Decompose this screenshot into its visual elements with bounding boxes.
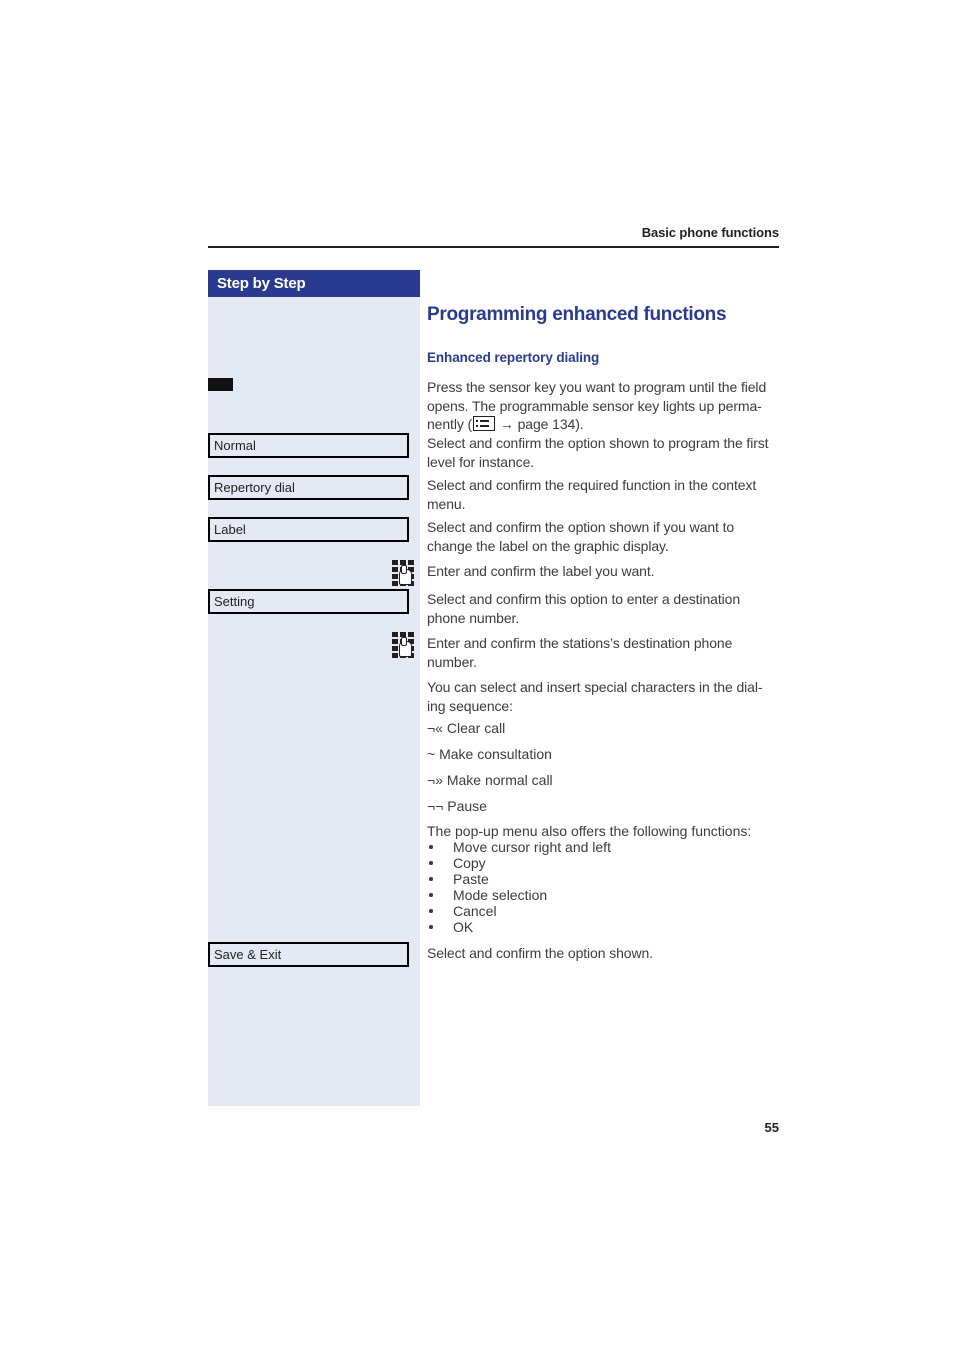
list-item-label: Copy: [453, 855, 486, 871]
bullet-icon: [429, 925, 433, 929]
list-item-label: Move cursor right and left: [453, 839, 611, 855]
list-item: Cancel: [427, 903, 779, 919]
header-rule: [208, 246, 779, 248]
special-char-make-normal-call: ¬» Make normal call: [427, 772, 553, 788]
list-item: Paste: [427, 871, 779, 887]
list-item-label: OK: [453, 919, 474, 935]
arrow-right-icon: →: [499, 416, 514, 432]
popup-functions-intro: The pop-up menu also offers the followin…: [427, 823, 752, 839]
paragraph-enter-number: Enter and confirm the stations’s destina…: [427, 635, 733, 670]
page-number: 55: [764, 1120, 779, 1135]
menu-option-save-exit-label: Save & Exit: [208, 942, 409, 967]
running-header-text: Basic phone functions: [641, 225, 779, 240]
menu-option-label-label: Label: [208, 517, 409, 542]
menu-option-save-exit[interactable]: Save & Exit: [208, 942, 409, 967]
popup-functions-block: The pop-up menu also offers the followin…: [427, 823, 779, 935]
bullet-icon: [429, 877, 433, 881]
menu-option-label[interactable]: Label: [208, 517, 409, 542]
list-item: Mode selection: [427, 887, 779, 903]
paragraph-normal: Select and confirm the option shown to p…: [427, 435, 769, 470]
special-char-clear-call: ¬« Clear call: [427, 720, 506, 736]
keypad-icon[interactable]: [392, 560, 415, 586]
paragraph-sensor-key-text-a: Press the sensor key you want to program…: [427, 379, 767, 414]
list-item-label: Paste: [453, 871, 489, 887]
list-item: Move cursor right and left: [427, 839, 779, 855]
sensor-key-icon[interactable]: [208, 378, 233, 391]
menu-option-normal[interactable]: Normal: [208, 433, 409, 458]
keypad-entry-icon: [392, 560, 415, 586]
hand-pointer-icon-2: [399, 637, 412, 657]
step-by-step-title: Step by Step: [217, 275, 306, 292]
menu-option-repertory-dial-label: Repertory dial: [208, 475, 409, 500]
keypad-entry-icon-2: [392, 632, 415, 658]
menu-option-setting[interactable]: Setting: [208, 589, 409, 614]
list-item: OK: [427, 919, 779, 935]
step-by-step-title-bar: Step by Step: [208, 270, 420, 297]
paragraph-sensor-key-text-c: page 134).: [513, 416, 584, 432]
menu-option-normal-label: Normal: [208, 433, 409, 458]
bullet-icon: [429, 861, 433, 865]
menu-list-icon: [473, 416, 496, 431]
special-char-make-consultation: ~ Make consultation: [427, 746, 552, 762]
list-item-label: Cancel: [453, 903, 497, 919]
content-column: Programming enhanced functions Enhanced …: [427, 270, 779, 365]
special-char-pause: ¬¬ Pause: [427, 798, 487, 814]
paragraph-repertory-dial: Select and confirm the required function…: [427, 477, 757, 512]
hand-pointer-icon: [399, 565, 412, 585]
paragraph-setting: Select and confirm this option to enter …: [427, 591, 741, 626]
paragraph-enter-label: Enter and confirm the label you want.: [427, 563, 655, 579]
paragraph-special-intro: You can select and insert special charac…: [427, 679, 763, 714]
menu-option-repertory-dial[interactable]: Repertory dial: [208, 475, 409, 500]
paragraph-sensor-key-text-b: nently (: [427, 416, 473, 432]
bullet-icon: [429, 845, 433, 849]
list-item-label: Mode selection: [453, 887, 548, 903]
bullet-icon: [429, 893, 433, 897]
running-header: Basic phone functions: [208, 224, 779, 242]
paragraph-sensor-key: Press the sensor key you want to program…: [427, 378, 779, 434]
list-item: Copy: [427, 855, 779, 871]
sensor-key-block: [208, 378, 233, 391]
page-title: Programming enhanced functions: [427, 304, 727, 325]
popup-functions-list: Move cursor right and left Copy Paste Mo…: [427, 839, 779, 935]
keypad-icon-second[interactable]: [392, 632, 415, 658]
menu-option-setting-label: Setting: [208, 589, 409, 614]
bullet-icon: [429, 909, 433, 913]
paragraph-label: Select and confirm the option shown if y…: [427, 519, 735, 554]
paragraph-save-exit: Select and confirm the option shown.: [427, 945, 653, 961]
section-subtitle: Enhanced repertory dialing: [427, 350, 600, 365]
step-by-step-panel: Step by Step: [208, 270, 420, 1106]
